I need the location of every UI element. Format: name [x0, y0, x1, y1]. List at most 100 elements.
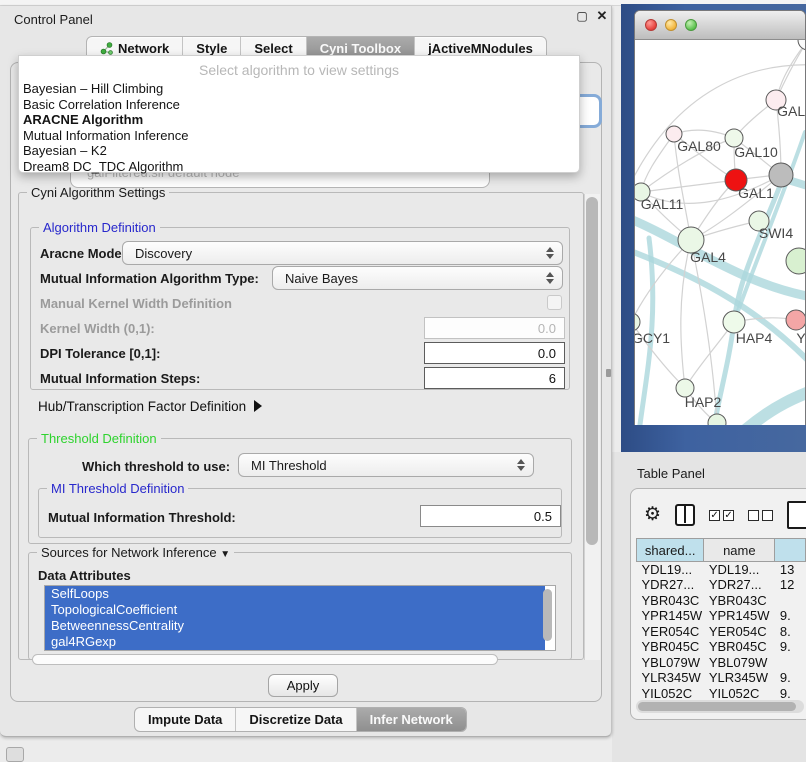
which-threshold-combobox[interactable]: MI Threshold	[238, 453, 534, 477]
network-node-gcy1[interactable]	[635, 313, 640, 331]
table-row[interactable]: YBR043CYBR043C	[637, 593, 806, 609]
table-row[interactable]: YLR345WYLR345W9.	[637, 670, 806, 686]
network-graph: GAL7GAL80GAL10GAL1GAL11SWI4GAL4GCY1HAP4Y…	[635, 40, 805, 425]
dpi-tolerance-input[interactable]	[424, 342, 565, 364]
column-header-clipped[interactable]	[775, 539, 806, 562]
aracne-mode-combobox[interactable]: Discovery	[122, 241, 563, 265]
algorithm-option[interactable]: Basic Correlation Inference	[19, 97, 579, 113]
attributes-scrollbar-thumb[interactable]	[543, 589, 552, 641]
table-cell[interactable]: YLR345W	[704, 670, 775, 686]
table-cell[interactable]: YDR27...	[637, 577, 704, 593]
column-header-shared-name[interactable]: shared...	[637, 539, 704, 562]
bottom-corner-widget[interactable]	[6, 747, 24, 762]
table-row[interactable]: YBL079WYBL079W	[637, 655, 806, 671]
table-row[interactable]: YDR27...YDR27...12	[637, 577, 806, 593]
sources-title[interactable]: Sources for Network Inference ▼	[37, 545, 234, 560]
tab-discretize-data[interactable]: Discretize Data	[235, 708, 355, 731]
table-cell[interactable]: YIL052C	[637, 686, 704, 702]
table-cell[interactable]: YBL079W	[704, 655, 775, 671]
minimize-traffic-light-icon[interactable]	[665, 19, 677, 31]
algorithm-option[interactable]: Bayesian – K2	[19, 143, 579, 159]
panel-splitter-grip[interactable]	[606, 369, 611, 377]
column-view-icon[interactable]	[675, 504, 695, 526]
table-cell[interactable]: 9.	[775, 686, 806, 702]
algorithm-dropdown-placeholder: Select algorithm to view settings	[19, 59, 579, 81]
tab-infer-network[interactable]: Infer Network	[356, 708, 466, 731]
network-node[interactable]	[708, 414, 726, 425]
network-edge[interactable]	[641, 134, 674, 192]
data-attributes-list[interactable]: SelfLoopsTopologicalCoefficientBetweenne…	[44, 585, 556, 651]
table-cell[interactable]: YDR27...	[704, 577, 775, 593]
hub-transcription-factor-section[interactable]: Hub/Transcription Factor Definition	[38, 399, 262, 414]
table-row[interactable]: YIL052CYIL052C9.	[637, 686, 806, 702]
apply-button[interactable]: Apply	[268, 674, 338, 697]
table-cell[interactable]: YBR043C	[704, 593, 775, 609]
settings-horizontal-scrollbar[interactable]	[32, 654, 498, 665]
table-cell[interactable]: 9.	[775, 608, 806, 624]
collapse-arrow-icon[interactable]: ▼	[220, 549, 230, 560]
table-cell[interactable]: YBR043C	[637, 593, 704, 609]
network-window-titlebar[interactable]	[635, 11, 805, 40]
table-cell[interactable]: 9.	[775, 670, 806, 686]
mi-algorithm-type-combobox[interactable]: Naive Bayes	[272, 266, 563, 290]
deselect-columns-icon[interactable]	[748, 510, 773, 521]
algorithm-option[interactable]: Mutual Information Inference	[19, 128, 579, 144]
mi-steps-input[interactable]	[424, 367, 565, 389]
table-cell[interactable]: 9.	[775, 639, 806, 655]
network-node[interactable]	[769, 163, 793, 187]
table-cell[interactable]: 8.	[775, 624, 806, 640]
table-horizontal-scrollbar-thumb[interactable]	[638, 702, 796, 711]
table-cell[interactable]: YER054C	[704, 624, 775, 640]
table-cell[interactable]	[775, 593, 806, 609]
float-panel-icon[interactable]: ▢	[574, 8, 590, 24]
algorithm-option[interactable]: Dream8 DC_TDC Algorithm	[19, 159, 579, 175]
table-cell[interactable]: YLR345W	[637, 670, 704, 686]
network-edge[interactable]	[635, 240, 691, 322]
network-canvas[interactable]: GAL7GAL80GAL10GAL1GAL11SWI4GAL4GCY1HAP4Y…	[635, 40, 805, 425]
network-node-y[interactable]	[786, 310, 805, 330]
table-cell[interactable]: 13	[775, 562, 806, 578]
manual-kernel-width-checkbox[interactable]	[547, 295, 562, 310]
network-node-label: HAP2	[685, 394, 722, 410]
algorithm-option[interactable]: Bayesian – Hill Climbing	[19, 81, 579, 97]
zoom-traffic-light-icon[interactable]	[685, 19, 697, 31]
expand-arrow-icon[interactable]	[254, 400, 262, 412]
settings-scrollbar-thumb[interactable]	[586, 197, 598, 545]
network-edge-thick[interactable]	[743, 386, 805, 425]
data-attribute-item[interactable]: gal4RGexp	[45, 634, 545, 650]
table-row[interactable]: YBR045CYBR045C9.	[637, 639, 806, 655]
table-row[interactable]: YPR145WYPR145W9.	[637, 608, 806, 624]
table-cell[interactable]: YDL19...	[704, 562, 775, 578]
table-panel-title: Table Panel	[637, 466, 705, 481]
table-cell[interactable]: 12	[775, 577, 806, 593]
network-node[interactable]	[786, 248, 805, 274]
table-cell[interactable]: YDL19...	[637, 562, 704, 578]
data-attribute-item[interactable]: BetweennessCentrality	[45, 618, 545, 634]
table-cell[interactable]	[775, 655, 806, 671]
new-table-document-icon[interactable]	[787, 501, 806, 529]
table-cell[interactable]: YBR045C	[637, 639, 704, 655]
table-cell[interactable]: YER054C	[637, 624, 704, 640]
close-traffic-light-icon[interactable]	[645, 19, 657, 31]
table-cell[interactable]: YPR145W	[704, 608, 775, 624]
select-columns-checked-icon[interactable]: ✓✓	[709, 510, 734, 521]
node-table[interactable]: shared... name YDL19...YDL19...13YDR27..…	[636, 538, 806, 701]
table-cell[interactable]: YPR145W	[637, 608, 704, 624]
aracne-mode-value: Discovery	[135, 246, 192, 261]
kernel-width-input[interactable]	[424, 317, 565, 339]
table-cell[interactable]: YBL079W	[637, 655, 704, 671]
gear-icon[interactable]: ⚙	[644, 502, 661, 528]
algorithm-option[interactable]: ARACNE Algorithm	[19, 112, 579, 128]
mi-threshold-label: Mutual Information Threshold:	[48, 510, 236, 525]
table-cell[interactable]: YIL052C	[704, 686, 775, 702]
tab-impute-data[interactable]: Impute Data	[135, 708, 235, 731]
data-attribute-item[interactable]: SelfLoops	[45, 586, 545, 602]
table-row[interactable]: YDL19...YDL19...13	[637, 562, 806, 578]
sources-title-text: Sources for Network Inference	[41, 545, 217, 560]
data-attribute-item[interactable]: TopologicalCoefficient	[45, 602, 545, 618]
close-panel-icon[interactable]: ✕	[594, 8, 610, 24]
column-header-name[interactable]: name	[704, 539, 775, 562]
table-row[interactable]: YER054CYER054C8.	[637, 624, 806, 640]
mi-threshold-input[interactable]	[420, 505, 561, 527]
table-cell[interactable]: YBR045C	[704, 639, 775, 655]
